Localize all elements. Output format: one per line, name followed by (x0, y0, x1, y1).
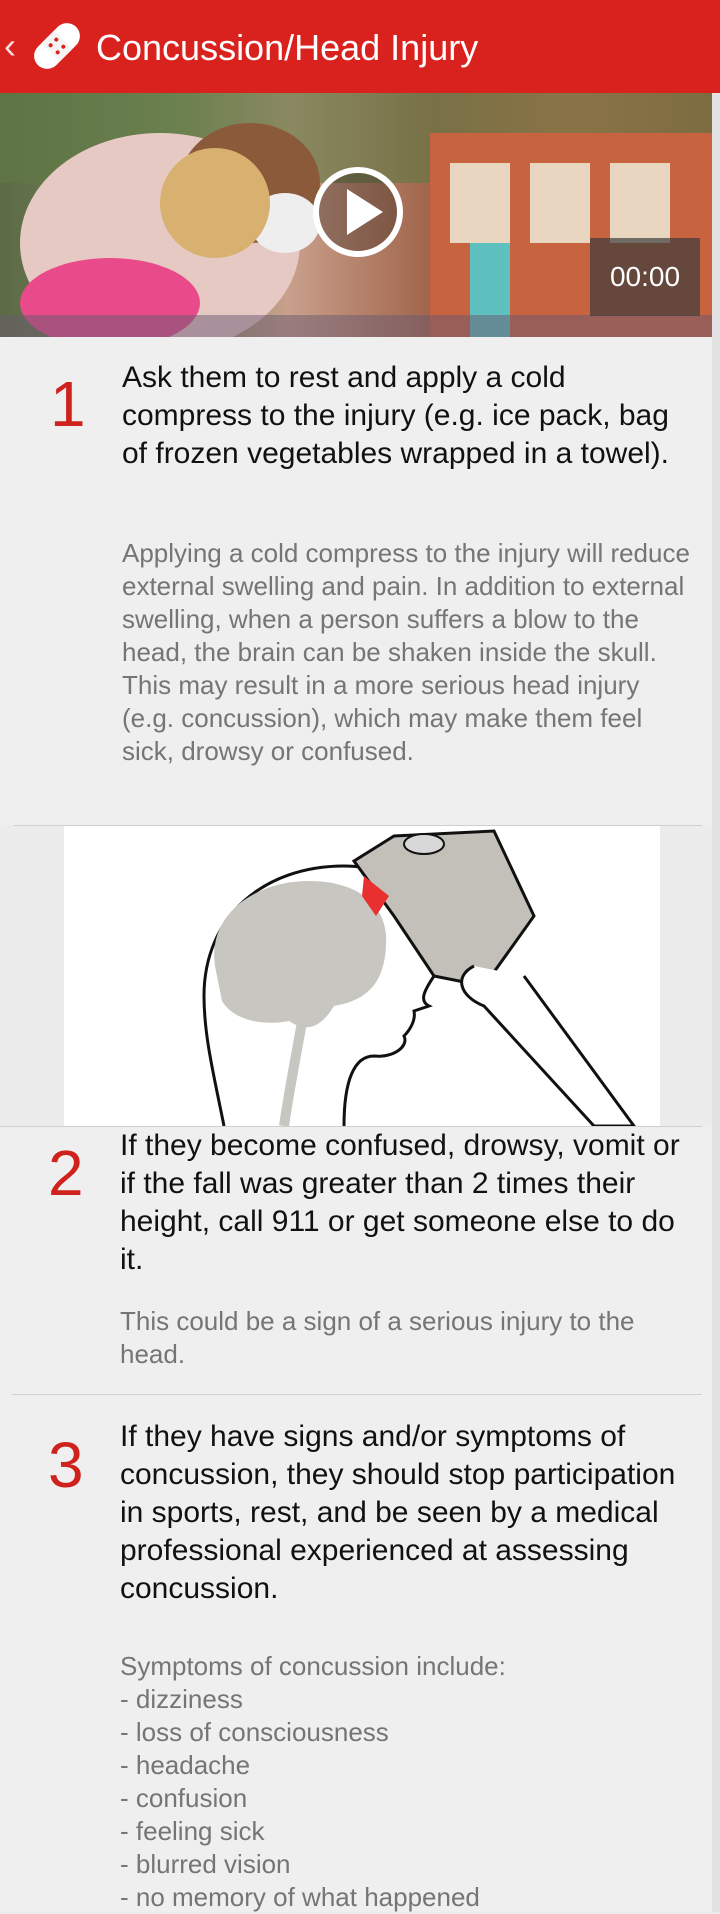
step-1: 1 Ask them to rest and apply a cold comp… (0, 337, 720, 825)
chevron-left-icon[interactable]: ‹ (4, 28, 16, 64)
step-2: 2 If they become confused, drowsy, vomit… (0, 1127, 720, 1395)
step-heading: If they become confused, drowsy, vomit o… (120, 1129, 680, 1276)
head-injury-illustration (64, 826, 660, 1126)
step-description: Symptoms of concussion include: - dizzin… (120, 1651, 506, 1912)
page-title: Concussion/Head Injury (96, 27, 479, 68)
step-number: 2 (48, 1137, 84, 1209)
video-timestamp: 00:00 (590, 238, 700, 316)
app-bar: ‹ Concussion/Head Injury (0, 0, 720, 93)
step-description: Applying a cold compress to the injury w… (122, 538, 690, 766)
bandage-icon[interactable] (26, 15, 88, 77)
step-heading: Ask them to rest and apply a cold compre… (122, 361, 669, 470)
scrollbar[interactable] (712, 93, 720, 1912)
step-description: This could be a sign of a serious injury… (120, 1306, 635, 1369)
video-player[interactable]: 00:00 (0, 93, 720, 337)
step-number: 1 (50, 368, 86, 440)
step-heading: If they have signs and/or symptoms of co… (120, 1420, 676, 1605)
step-3: 3 If they have signs and/or symptoms of … (0, 1395, 720, 1912)
play-icon[interactable] (311, 165, 405, 259)
step-number: 3 (48, 1429, 84, 1501)
